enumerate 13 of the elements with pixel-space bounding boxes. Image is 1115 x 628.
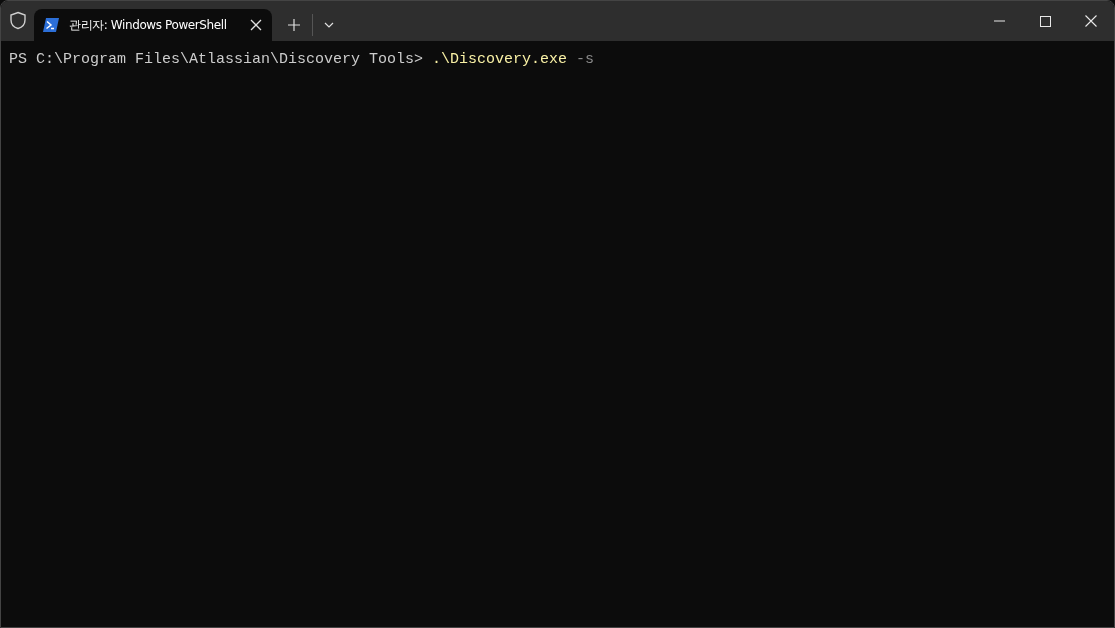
prompt-text: PS C:\Program Files\Atlassian\Discovery Tools>: [9, 51, 425, 68]
minimize-icon: [993, 20, 1005, 22]
command-text: .\Discovery.exe: [432, 51, 568, 68]
close-icon: [1085, 15, 1097, 27]
maximize-icon: [1039, 15, 1051, 27]
new-tab-icon[interactable]: [288, 19, 300, 31]
terminal-tab[interactable]: 관리자: Windows PowerShell: [34, 9, 272, 41]
shield-icon: [9, 11, 27, 30]
dropdown-chevron-icon[interactable]: [324, 22, 334, 28]
argument-text: -s: [575, 51, 595, 68]
close-icon[interactable]: [250, 19, 262, 31]
tab-title: 관리자: Windows PowerShell: [69, 16, 228, 34]
powershell-icon: [43, 18, 59, 32]
